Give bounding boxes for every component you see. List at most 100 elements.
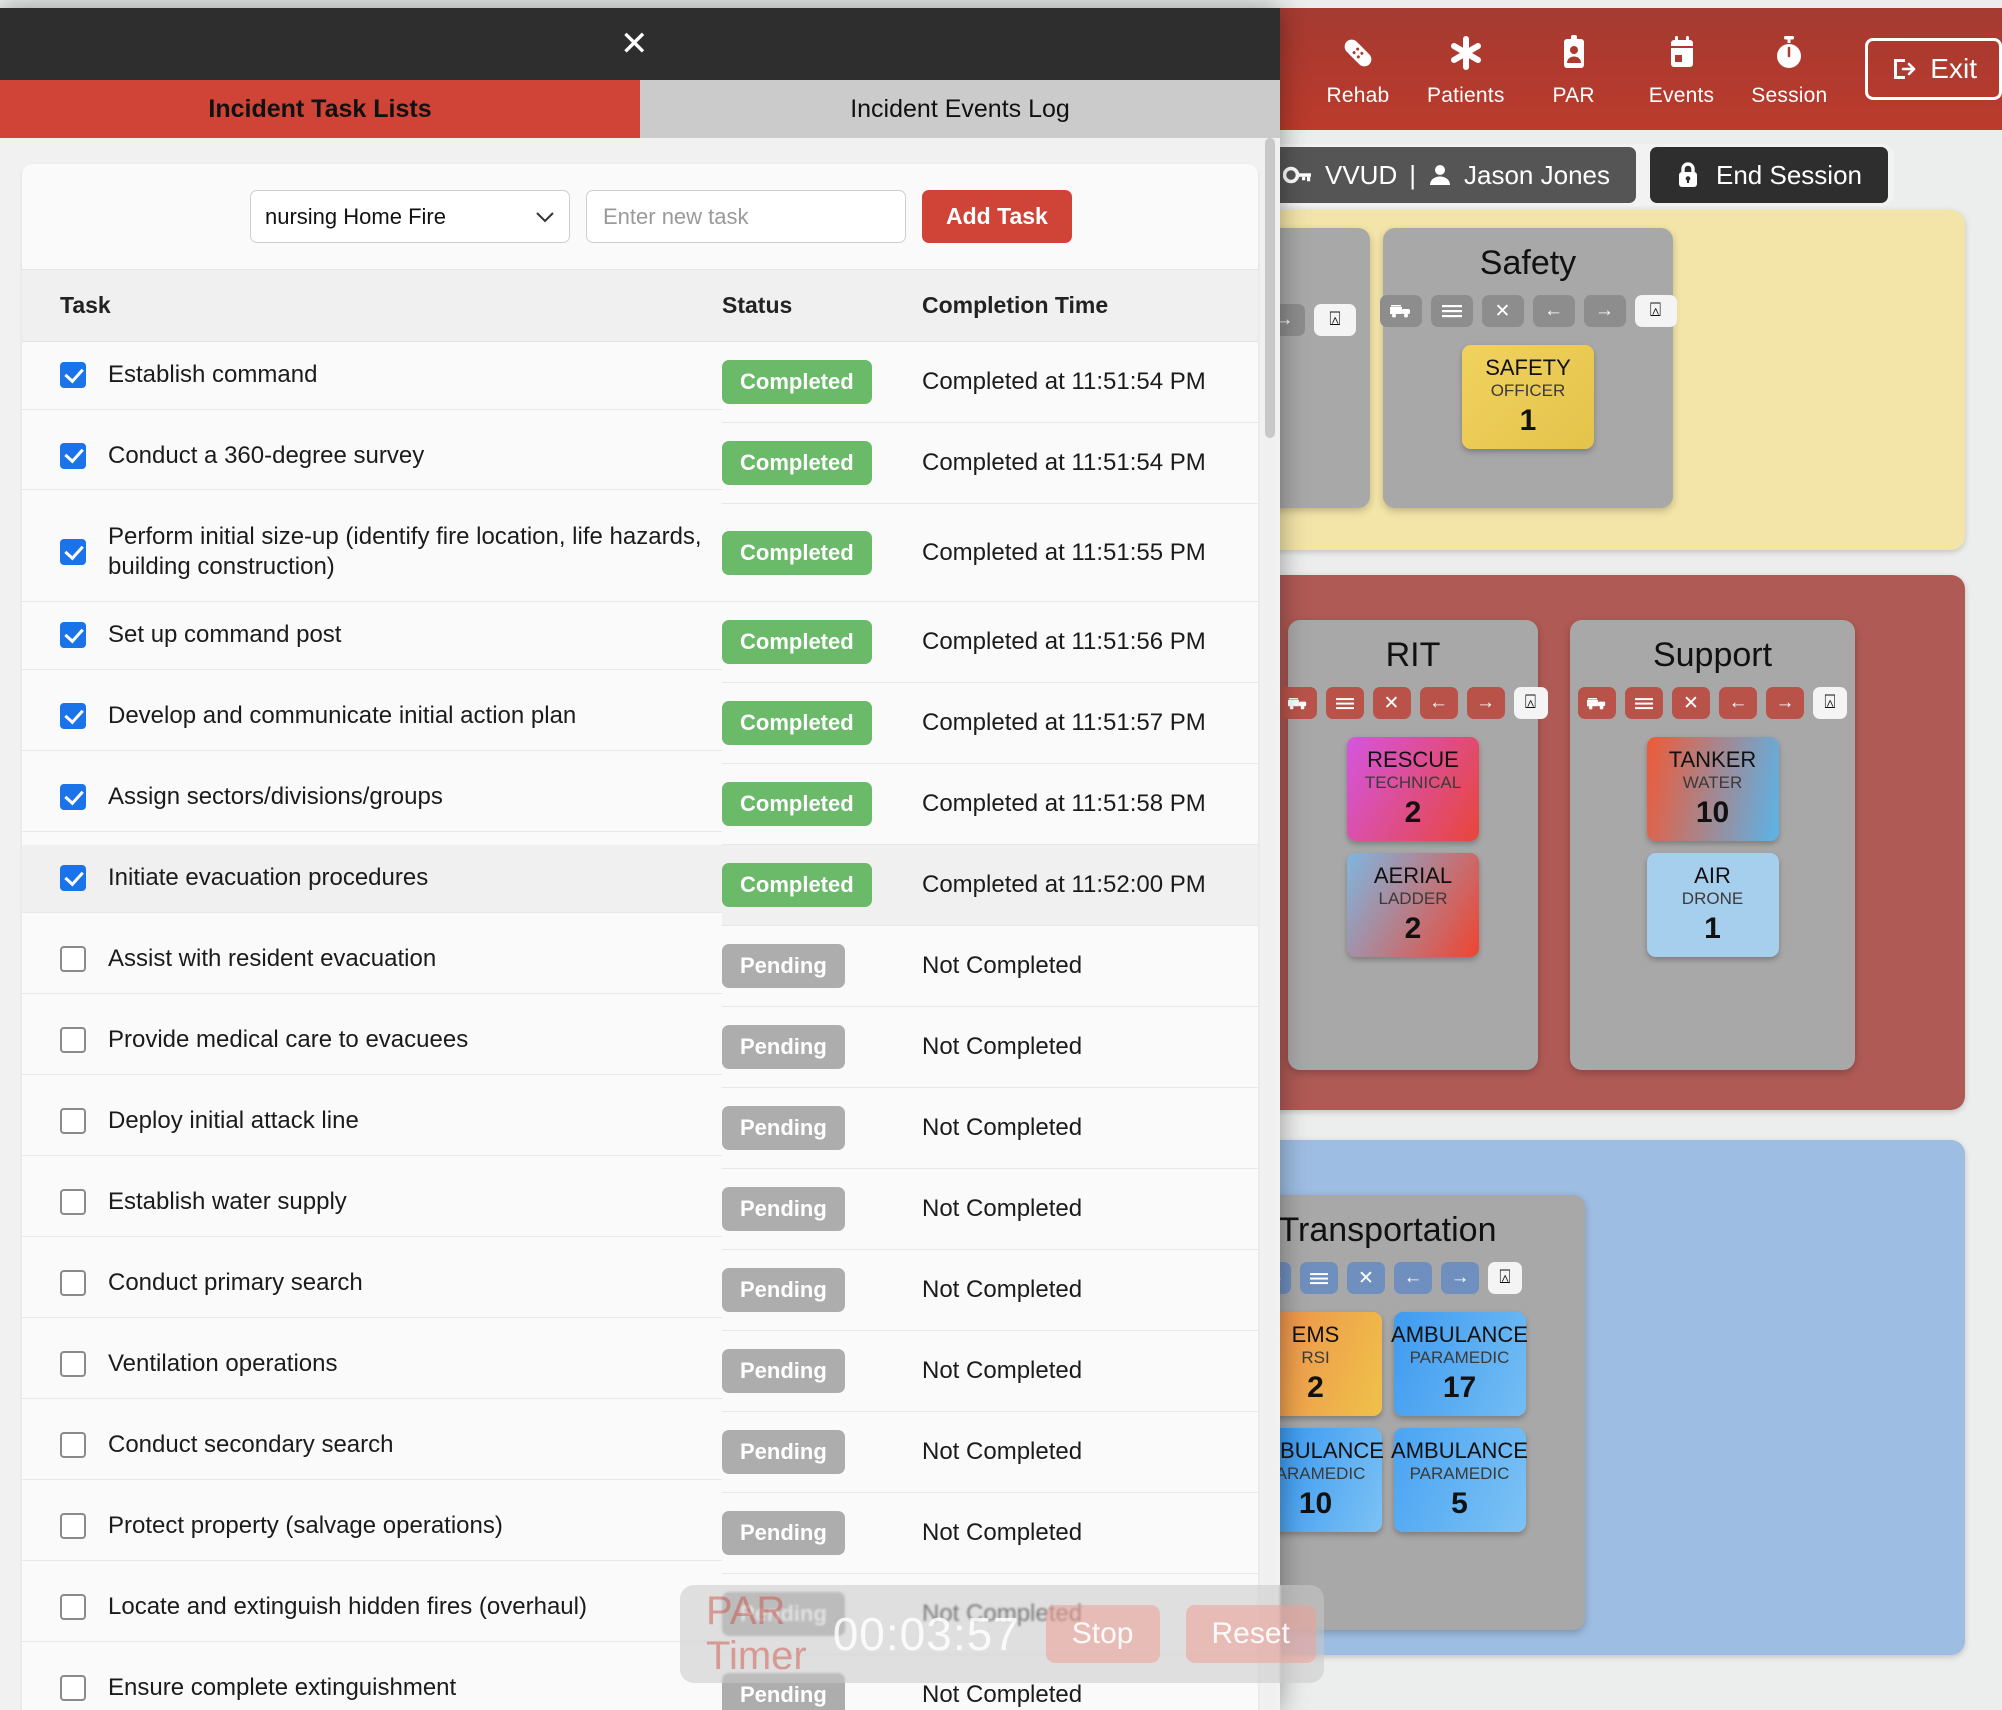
arrow-right-icon[interactable]: → xyxy=(1583,295,1626,327)
close-icon[interactable]: ✕ xyxy=(1372,687,1411,719)
unit-sub: LADDER xyxy=(1378,889,1448,909)
table-row[interactable]: Establish water supply Pending Not Complet… xyxy=(22,1168,1258,1251)
table-row[interactable]: Conduct secondary search Pending Not Compl… xyxy=(22,1411,1258,1494)
status-cell: Pending xyxy=(722,925,922,1008)
unit-card[interactable]: SAFETY OFFICER 1 xyxy=(1462,345,1594,449)
tab-incident-events-log[interactable]: Incident Events Log xyxy=(640,80,1280,138)
toolbar-item-events[interactable]: Events xyxy=(1628,31,1736,108)
close-icon[interactable]: ✕ xyxy=(1672,687,1710,719)
unit-card[interactable]: RESCUE TECHNICAL 2 xyxy=(1347,737,1479,841)
unit-sub: TECHNICAL xyxy=(1364,773,1462,793)
toolbar-item-session[interactable]: Session xyxy=(1735,31,1843,108)
menu-icon[interactable] xyxy=(1300,1262,1338,1294)
table-row[interactable]: Develop and communicate initial action p… xyxy=(22,682,1258,765)
unit-card[interactable]: AIR DRONE 1 xyxy=(1646,853,1779,957)
menu-icon[interactable] xyxy=(1325,687,1364,719)
task-checkbox[interactable] xyxy=(60,1351,86,1378)
group-card-rit[interactable]: RIT ✕ ← → ⍓ RESCUE TECHNICAL 2 AERIAL LA… xyxy=(1278,620,1548,1070)
task-checkbox[interactable] xyxy=(60,1270,86,1297)
unit-card[interactable]: AERIAL LADDER 2 xyxy=(1347,853,1479,957)
toolbar-item-patients[interactable]: Patients xyxy=(1412,31,1520,108)
task-checkbox[interactable] xyxy=(60,539,86,566)
unit-name: SAFETY xyxy=(1485,354,1571,380)
completion-time-cell: Completed at 11:51:55 PM xyxy=(922,503,1258,603)
group-toolbar-transportation: ✕ ← → ⍓ xyxy=(1253,1262,1522,1294)
user-name: Jason Jones xyxy=(1464,159,1610,190)
fire-truck-icon[interactable] xyxy=(1278,687,1317,719)
user-bar: VVUD | Jason Jones End Session xyxy=(1258,144,1894,206)
par-stop-button[interactable]: Stop xyxy=(1045,1605,1160,1663)
incident-select[interactable]: nursing Home Fire xyxy=(250,190,570,243)
table-row[interactable]: Initiate evacuation procedures Completed C… xyxy=(22,844,1258,927)
tab-incident-task-lists[interactable]: Incident Task Lists xyxy=(0,80,640,138)
fire-truck-icon[interactable] xyxy=(1578,687,1616,719)
arrow-right-icon[interactable]: → xyxy=(1466,687,1505,719)
task-checkbox[interactable] xyxy=(60,703,86,730)
arrow-right-icon[interactable]: → xyxy=(1441,1262,1479,1294)
menu-icon[interactable] xyxy=(1625,687,1663,719)
unit-card[interactable]: TANKER WATER 10 xyxy=(1646,737,1779,841)
status-badge: Completed xyxy=(722,360,872,404)
arrow-right-icon[interactable]: → xyxy=(1766,687,1804,719)
arrow-left-icon[interactable]: ← xyxy=(1419,687,1458,719)
completion-time-text: Not Completed xyxy=(922,1357,1083,1385)
crop-icon[interactable]: ⍓ xyxy=(1513,687,1548,719)
menu-icon[interactable] xyxy=(1430,295,1473,327)
close-icon[interactable]: ✕ xyxy=(620,27,649,61)
close-icon[interactable]: ✕ xyxy=(1347,1262,1385,1294)
unit-card[interactable]: AMBULANCE PARAMEDIC 17 xyxy=(1391,1312,1528,1416)
unit-list-rit: RESCUE TECHNICAL 2 AERIAL LADDER 2 xyxy=(1347,737,1479,957)
table-row[interactable]: Ventilation operations Pending Not Complet… xyxy=(22,1330,1258,1413)
unit-card[interactable]: AMBULANCE PARAMEDIC 5 xyxy=(1391,1428,1528,1532)
table-row[interactable]: Assist with resident evacuation Pending No… xyxy=(22,925,1258,1008)
user-chip[interactable]: VVUD | Jason Jones xyxy=(1261,147,1636,203)
fire-truck-icon[interactable] xyxy=(1379,295,1422,327)
task-checkbox[interactable] xyxy=(60,1432,86,1459)
scrollbar-thumb[interactable] xyxy=(1265,138,1275,438)
task-checkbox[interactable] xyxy=(60,1594,86,1621)
task-checkbox[interactable] xyxy=(60,1675,86,1702)
table-row[interactable]: Provide medical care to evacuees Pending N… xyxy=(22,1006,1258,1089)
toolbar-item-par[interactable]: PAR xyxy=(1520,31,1628,108)
task-checkbox[interactable] xyxy=(60,362,86,389)
task-checkbox[interactable] xyxy=(60,784,86,811)
task-checkbox[interactable] xyxy=(60,442,86,469)
table-row[interactable]: Establish command Completed Completed at 1… xyxy=(22,341,1258,423)
table-row[interactable]: Set up command post Completed Completed at… xyxy=(22,601,1258,684)
task-checkbox[interactable] xyxy=(60,946,86,973)
arrow-left-icon[interactable]: ← xyxy=(1719,687,1757,719)
end-session-button[interactable]: End Session xyxy=(1650,147,1888,203)
table-row[interactable]: Protect property (salvage operations) Pen… xyxy=(22,1492,1258,1575)
status-badge: Pending xyxy=(722,1025,845,1070)
crop-icon[interactable]: ⍓ xyxy=(1813,687,1847,719)
add-task-button[interactable]: Add Task xyxy=(922,190,1072,243)
task-checkbox[interactable] xyxy=(60,1189,86,1216)
status-badge: Completed xyxy=(722,701,872,746)
crop-icon[interactable]: ⍓ xyxy=(1488,1262,1522,1294)
table-row[interactable]: Deploy initial attack line Pending Not Com… xyxy=(22,1087,1258,1170)
crop-icon[interactable]: ⍓ xyxy=(1634,295,1677,327)
par-reset-button[interactable]: Reset xyxy=(1185,1605,1316,1663)
status-cell: Pending xyxy=(722,1249,922,1332)
table-row[interactable]: Conduct a 360-degree survey Completed Comp… xyxy=(22,422,1258,504)
arrow-left-icon[interactable]: ← xyxy=(1532,295,1575,327)
close-icon[interactable]: ✕ xyxy=(1481,295,1524,327)
table-row[interactable]: Conduct primary search Pending Not Complet… xyxy=(22,1249,1258,1332)
toolbar-item-rehab[interactable]: Rehab xyxy=(1304,31,1412,108)
group-card-support[interactable]: Support ✕ ← → ⍓ TANKER WATER 10 AIR DRON… xyxy=(1570,620,1855,1070)
group-card-safety[interactable]: Safety ✕ ← → ⍓ SAFETY OFFICER 1 xyxy=(1379,228,1677,508)
task-checkbox[interactable] xyxy=(60,865,86,892)
arrow-left-icon[interactable]: ← xyxy=(1394,1262,1432,1294)
completion-time-cell: Not Completed xyxy=(922,1249,1258,1332)
task-checkbox[interactable] xyxy=(60,1027,86,1054)
task-checkbox[interactable] xyxy=(60,1513,86,1540)
table-row[interactable]: Assign sectors/divisions/groups Completed… xyxy=(22,763,1258,846)
modal-scrollbar[interactable] xyxy=(1264,138,1276,1710)
table-row[interactable]: Perform initial size-up (identify fire l… xyxy=(22,503,1258,603)
task-checkbox[interactable] xyxy=(60,1108,86,1135)
task-checkbox[interactable] xyxy=(60,622,86,649)
exit-button[interactable]: Exit xyxy=(1865,38,2002,100)
new-task-input[interactable] xyxy=(586,190,906,243)
task-label: Ventilation operations xyxy=(108,1349,338,1377)
crop-icon[interactable]: ⍓ xyxy=(1314,304,1356,336)
